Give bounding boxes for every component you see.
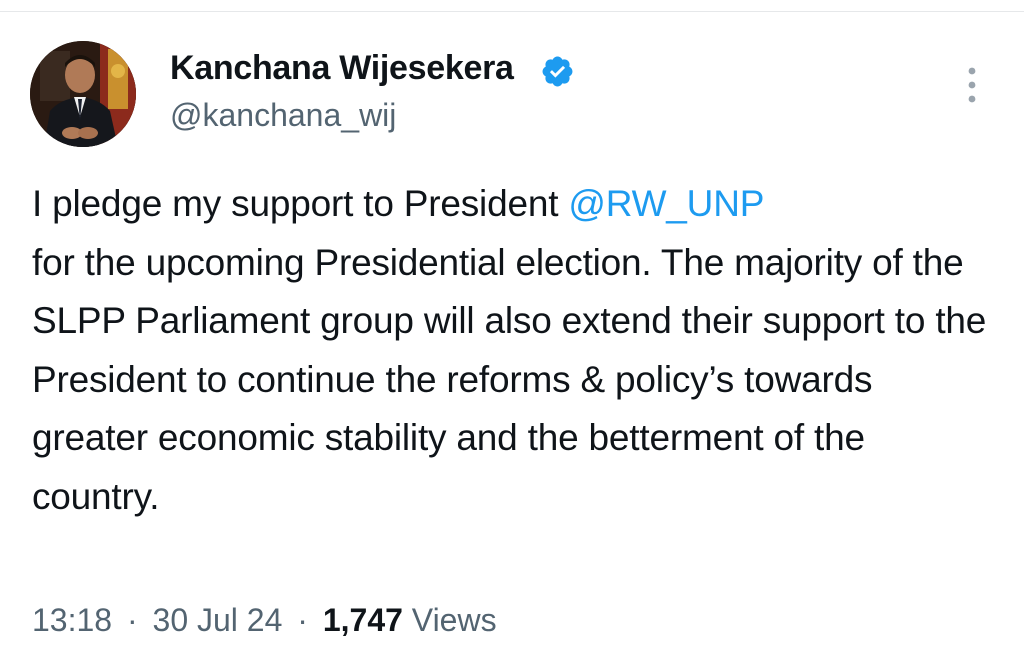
views-label: Views xyxy=(411,602,497,638)
tweet-meta: 13:18 · 30 Jul 24 · 1,747 Views xyxy=(32,602,497,639)
top-divider xyxy=(0,0,1024,12)
tweet-text: I pledge my support to President @RW_UNP… xyxy=(32,175,992,526)
profile-photo xyxy=(30,41,136,147)
verified-badge-icon xyxy=(542,56,573,87)
author-handle[interactable]: @kanchana_wij xyxy=(170,97,396,134)
meta-separator: · xyxy=(126,602,138,638)
more-options-button[interactable] xyxy=(960,66,984,104)
vertical-ellipsis-icon xyxy=(968,67,976,103)
mention-link[interactable]: @RW_UNP xyxy=(568,183,764,224)
tweet-date[interactable]: 30 Jul 24 xyxy=(153,602,283,638)
meta-separator: · xyxy=(297,602,308,638)
author-display-name[interactable]: Kanchana Wijesekera xyxy=(170,49,514,88)
views-count: 1,747 xyxy=(322,602,403,638)
tweet-text-part: for the upcoming Presidential election. … xyxy=(32,241,987,517)
tweet-time[interactable]: 13:18 xyxy=(32,602,112,638)
avatar[interactable] xyxy=(30,41,136,147)
tweet-text-part: I pledge my support to President xyxy=(32,183,569,224)
